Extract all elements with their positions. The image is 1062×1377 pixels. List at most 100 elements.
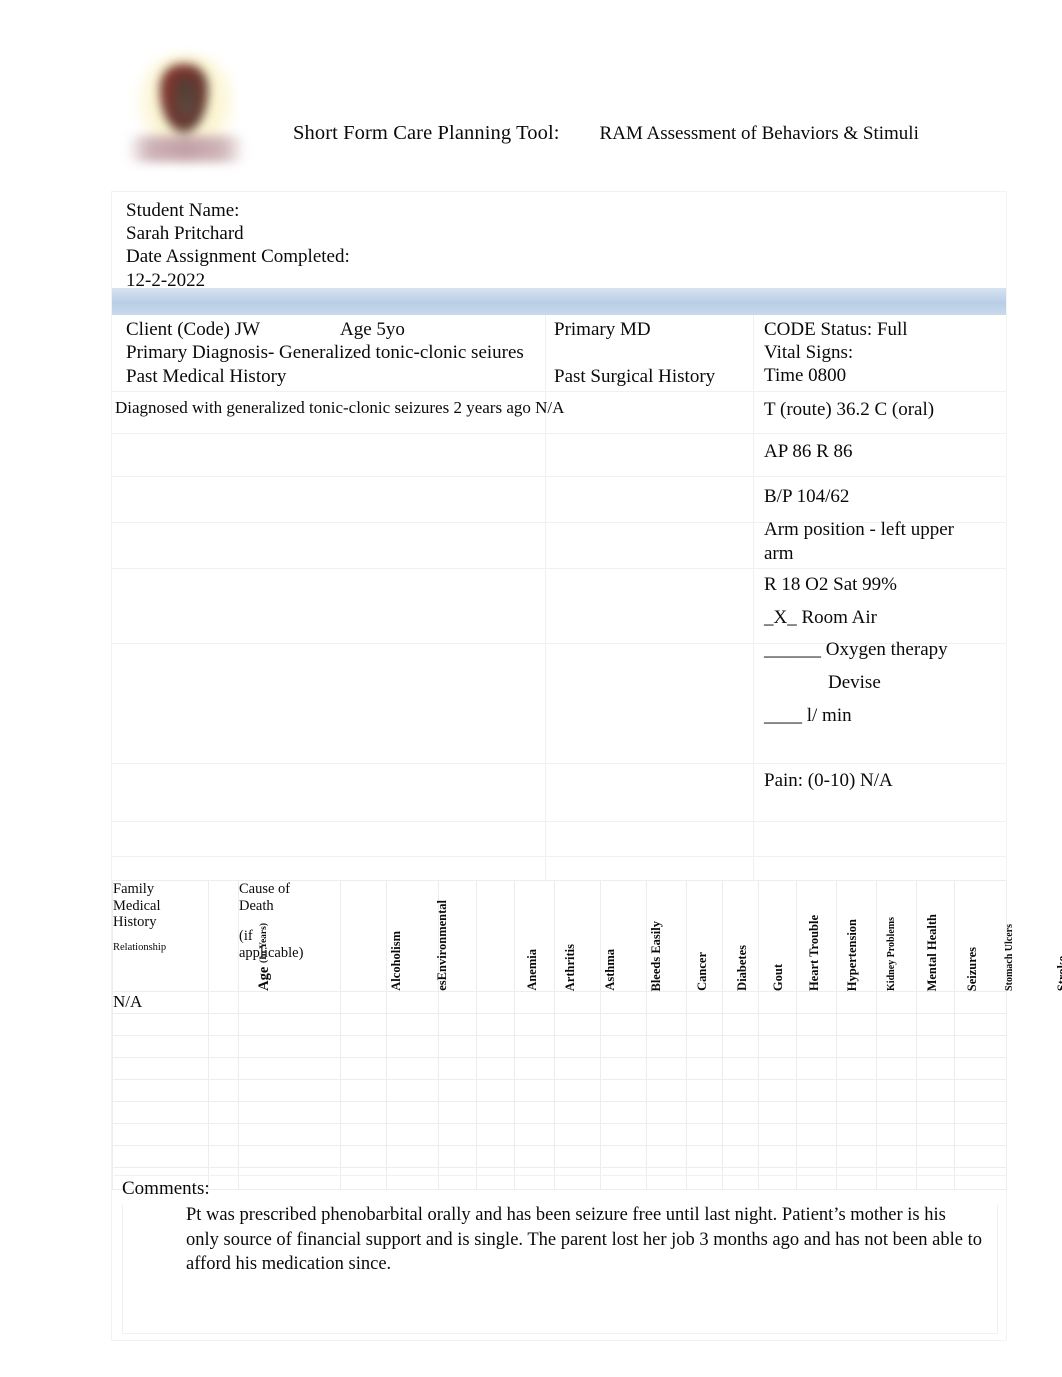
condition-cell[interactable] xyxy=(796,1123,837,1146)
condition-cell[interactable] xyxy=(722,1035,759,1058)
condition-cell[interactable] xyxy=(476,1145,515,1168)
condition-cell[interactable] xyxy=(554,1079,601,1102)
condition-cell[interactable] xyxy=(916,1123,955,1146)
cause-of-death-value[interactable] xyxy=(238,991,341,1014)
cause-of-death-value[interactable] xyxy=(238,1101,341,1124)
condition-cell[interactable] xyxy=(600,991,647,1014)
condition-cell[interactable] xyxy=(954,1123,1007,1146)
condition-cell[interactable] xyxy=(758,1101,797,1124)
condition-cell[interactable] xyxy=(514,991,555,1014)
relationship-value[interactable] xyxy=(112,1145,209,1168)
vitals-oxygen-therapy[interactable]: ______ Oxygen therapy xyxy=(764,638,948,662)
condition-cell[interactable] xyxy=(686,1123,723,1146)
condition-cell[interactable] xyxy=(686,1035,723,1058)
condition-cell[interactable] xyxy=(758,1035,797,1058)
condition-cell[interactable] xyxy=(386,991,439,1014)
condition-cell[interactable] xyxy=(386,1013,439,1036)
table-row[interactable] xyxy=(112,1079,1007,1102)
condition-cell[interactable] xyxy=(876,1079,917,1102)
condition-cell[interactable] xyxy=(340,1013,387,1036)
condition-cell[interactable] xyxy=(796,1101,837,1124)
cause-of-death-value[interactable] xyxy=(238,1057,341,1080)
relationship-value[interactable] xyxy=(112,1079,209,1102)
condition-cell[interactable] xyxy=(954,1101,1007,1124)
condition-cell[interactable] xyxy=(836,1145,877,1168)
condition-cell[interactable] xyxy=(758,1123,797,1146)
condition-cell[interactable] xyxy=(646,1123,687,1146)
condition-cell[interactable] xyxy=(836,1013,877,1036)
condition-cell[interactable] xyxy=(476,1013,515,1036)
condition-cell[interactable] xyxy=(758,1145,797,1168)
condition-cell[interactable] xyxy=(514,1057,555,1080)
condition-cell[interactable] xyxy=(876,1035,917,1058)
condition-cell[interactable] xyxy=(836,1079,877,1102)
condition-cell[interactable] xyxy=(686,1079,723,1102)
cause-of-death-value[interactable] xyxy=(238,1035,341,1058)
condition-cell[interactable] xyxy=(600,1013,647,1036)
condition-cell[interactable] xyxy=(876,1101,917,1124)
condition-cell[interactable] xyxy=(796,1145,837,1168)
condition-cell[interactable] xyxy=(646,1057,687,1080)
condition-cell[interactable] xyxy=(876,1057,917,1080)
cause-of-death-value[interactable] xyxy=(238,1123,341,1146)
vitals-room-air[interactable]: _X_ Room Air xyxy=(764,606,877,630)
condition-cell[interactable] xyxy=(916,1057,955,1080)
cause-of-death-value[interactable] xyxy=(238,1145,341,1168)
condition-cell[interactable] xyxy=(438,1035,477,1058)
condition-cell[interactable] xyxy=(722,1123,759,1146)
condition-cell[interactable] xyxy=(796,1013,837,1036)
condition-cell[interactable] xyxy=(514,1035,555,1058)
condition-cell[interactable] xyxy=(954,1057,1007,1080)
condition-cell[interactable] xyxy=(686,1145,723,1168)
comments-text[interactable]: Pt was prescribed phenobarbital orally a… xyxy=(186,1203,983,1277)
condition-cell[interactable] xyxy=(386,1035,439,1058)
comments-box[interactable]: Pt was prescribed phenobarbital orally a… xyxy=(122,1204,998,1334)
age-value[interactable] xyxy=(208,1057,239,1080)
condition-cell[interactable] xyxy=(722,1057,759,1080)
condition-cell[interactable] xyxy=(438,1013,477,1036)
condition-cell[interactable] xyxy=(340,1057,387,1080)
condition-cell[interactable] xyxy=(476,1101,515,1124)
condition-cell[interactable] xyxy=(386,1057,439,1080)
condition-cell[interactable] xyxy=(554,1035,601,1058)
condition-cell[interactable] xyxy=(514,1079,555,1102)
condition-cell[interactable] xyxy=(758,1079,797,1102)
condition-cell[interactable] xyxy=(340,991,387,1014)
condition-cell[interactable] xyxy=(954,1079,1007,1102)
condition-cell[interactable] xyxy=(836,1035,877,1058)
relationship-value[interactable]: N/A xyxy=(112,991,209,1014)
condition-cell[interactable] xyxy=(600,1123,647,1146)
age-value[interactable] xyxy=(208,1035,239,1058)
vitals-liters-per-min[interactable]: ____ l/ min xyxy=(764,704,852,728)
condition-cell[interactable] xyxy=(340,1145,387,1168)
condition-cell[interactable] xyxy=(916,1145,955,1168)
table-row[interactable] xyxy=(112,1035,1007,1058)
condition-cell[interactable] xyxy=(438,1057,477,1080)
condition-cell[interactable] xyxy=(600,1145,647,1168)
table-row[interactable] xyxy=(112,1101,1007,1124)
age-value[interactable] xyxy=(208,991,239,1014)
condition-cell[interactable] xyxy=(386,1079,439,1102)
condition-cell[interactable] xyxy=(646,991,687,1014)
condition-cell[interactable] xyxy=(836,991,877,1014)
table-row[interactable]: N/A xyxy=(112,991,1007,1014)
condition-cell[interactable] xyxy=(916,1079,955,1102)
condition-cell[interactable] xyxy=(796,1035,837,1058)
condition-cell[interactable] xyxy=(386,1101,439,1124)
condition-cell[interactable] xyxy=(514,1101,555,1124)
condition-cell[interactable] xyxy=(514,1123,555,1146)
condition-cell[interactable] xyxy=(876,1013,917,1036)
condition-cell[interactable] xyxy=(836,1101,877,1124)
condition-cell[interactable] xyxy=(646,1101,687,1124)
age-value[interactable] xyxy=(208,1013,239,1036)
condition-cell[interactable] xyxy=(554,1101,601,1124)
relationship-value[interactable] xyxy=(112,1123,209,1146)
condition-cell[interactable] xyxy=(796,1079,837,1102)
condition-cell[interactable] xyxy=(476,1057,515,1080)
condition-cell[interactable] xyxy=(916,991,955,1014)
condition-cell[interactable] xyxy=(876,1145,917,1168)
condition-cell[interactable] xyxy=(916,1101,955,1124)
condition-cell[interactable] xyxy=(876,991,917,1014)
condition-cell[interactable] xyxy=(836,1123,877,1146)
table-row[interactable] xyxy=(112,1123,1007,1146)
